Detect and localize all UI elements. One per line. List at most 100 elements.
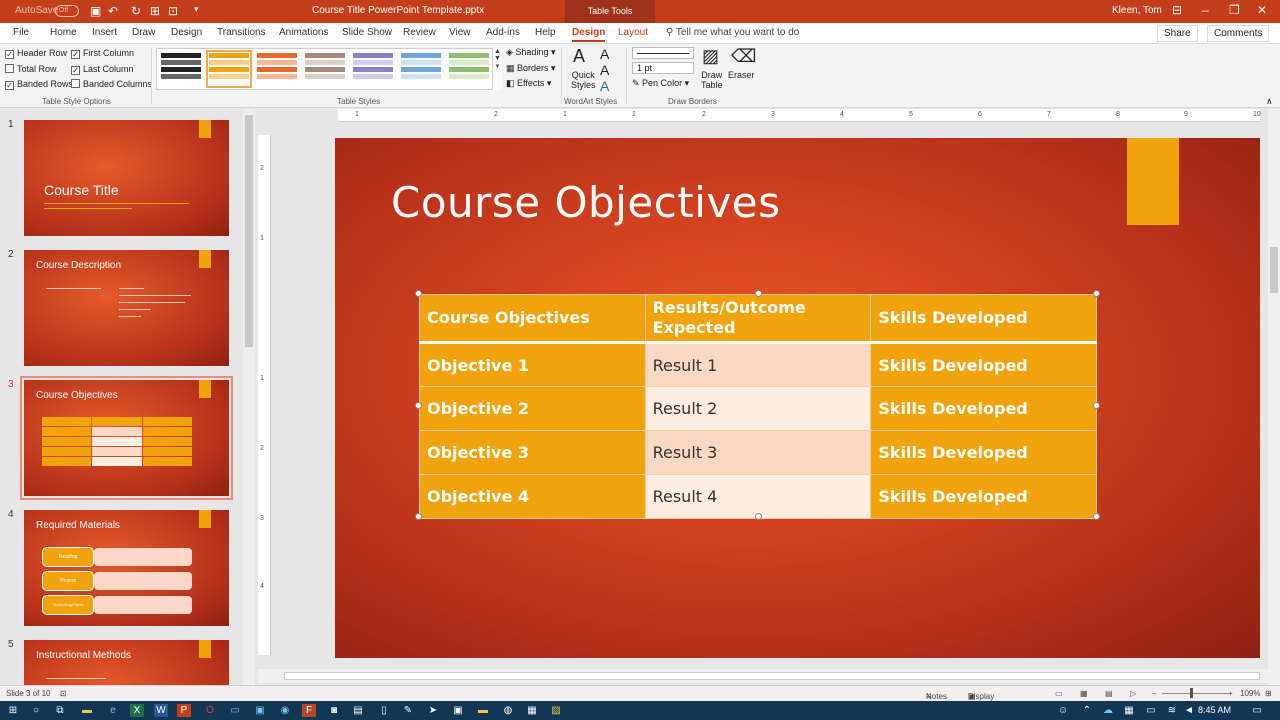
gallery-scroll[interactable]: ▲ ▼ ▾ [492, 48, 502, 90]
tab-transitions[interactable]: Transitions [217, 27, 266, 38]
tell-me-search[interactable]: ⚲ Tell me what you want to do [666, 27, 799, 38]
zoom-level[interactable]: 109% [1240, 689, 1260, 698]
table-style-swatch-selected[interactable] [206, 50, 252, 88]
slide-thumbnail-5[interactable]: Instructional Methods [24, 640, 229, 685]
effects-button[interactable]: ◧ Effects ▾ [506, 78, 551, 89]
normal-view-icon[interactable]: ▭ [1055, 689, 1063, 698]
excel-icon[interactable]: X [130, 704, 144, 717]
slide-thumbnail-4[interactable]: Required Materials Reading Project Techn… [24, 510, 229, 626]
comments-button[interactable]: Comments [1207, 25, 1270, 42]
camera-icon[interactable]: ◙ [327, 704, 341, 717]
app-icon[interactable]: ◍ [501, 704, 515, 717]
user-name[interactable]: Kleen, Tom [1112, 5, 1162, 16]
slide-canvas[interactable]: Course Objectives Course Objectives Resu… [335, 138, 1260, 658]
tab-review[interactable]: Review [403, 27, 436, 38]
tab-home[interactable]: Home [50, 27, 77, 38]
app-icon[interactable]: ▦ [525, 704, 539, 717]
photos-icon[interactable]: ▣ [451, 704, 465, 717]
table-cell[interactable]: Skills Developed [870, 342, 1097, 387]
vertical-scrollbar[interactable] [1268, 109, 1280, 685]
task-view-icon[interactable]: ⧉ [53, 704, 67, 717]
undo-icon[interactable]: ↶ [108, 4, 118, 18]
windows-start-icon[interactable]: ⊞ [6, 704, 20, 717]
table-style-swatch[interactable] [161, 53, 201, 85]
pen-color-button[interactable]: ✎ Pen Color ▾ [632, 78, 689, 89]
spelling-icon[interactable]: ⊡ [60, 689, 67, 698]
table-style-swatch[interactable] [353, 53, 393, 85]
header-row-checkbox[interactable]: ✓ Header Row [5, 48, 67, 59]
save-icon[interactable]: ▣ [90, 4, 101, 18]
banded-rows-checkbox[interactable]: ✓ Banded Rows [5, 79, 73, 90]
collapse-ribbon-icon[interactable]: ∧ [1266, 96, 1273, 107]
share-button[interactable]: Share [1157, 25, 1198, 42]
table-cell[interactable]: Result 3 [644, 430, 872, 475]
table-cell[interactable]: Skills Developed [870, 386, 1097, 431]
text-fill-icon[interactable]: A [600, 46, 609, 62]
table-cell[interactable]: Skills Developed [870, 474, 1097, 519]
tab-table-layout[interactable]: Layout [618, 27, 648, 38]
outlook-icon[interactable]: ▭ [228, 704, 242, 717]
table-style-swatch[interactable] [449, 53, 489, 85]
tab-help[interactable]: Help [535, 27, 556, 38]
media-icon[interactable]: ➤ [426, 704, 440, 717]
slide-thumbnail-1[interactable]: Course Title [24, 120, 229, 236]
chevron-down-icon[interactable]: ▼ [494, 55, 501, 62]
slide-thumbnail-3[interactable]: Course Objectives [20, 376, 233, 500]
ribbon-display-icon[interactable]: ⊟ [1172, 3, 1182, 17]
restore-icon[interactable]: ❐ [1229, 3, 1240, 17]
reading-view-icon[interactable]: ▤ [1105, 689, 1113, 698]
autosave-toggle[interactable]: Off [55, 5, 79, 17]
slide-sorter-icon[interactable]: ▦ [1080, 689, 1088, 698]
chevron-up-icon[interactable]: ▲ [494, 48, 501, 55]
app-tray-icon[interactable]: ▦ [1122, 704, 1136, 717]
chevron-up-icon[interactable]: ⌃ [1080, 704, 1094, 717]
quick-styles-icon[interactable]: A [573, 46, 585, 67]
minimize-icon[interactable]: – [1202, 3, 1209, 17]
first-column-checkbox[interactable]: ✓ First Column [71, 48, 134, 59]
table-cell[interactable]: Result 2 [644, 386, 872, 431]
slide-title[interactable]: Course Objectives [391, 178, 781, 227]
resize-handle[interactable] [415, 402, 422, 409]
tab-view[interactable]: View [449, 27, 471, 38]
word-icon[interactable]: W [154, 704, 168, 717]
scroll-thumb[interactable] [1270, 247, 1278, 293]
redo-icon[interactable]: ↻ [131, 4, 141, 18]
pen-tool-icon[interactable]: ✎ [401, 704, 415, 717]
notes-app-icon[interactable]: ▨ [549, 704, 563, 717]
table-header-cell[interactable]: Skills Developed [870, 294, 1097, 344]
zoom-in-icon[interactable]: + [1228, 689, 1233, 698]
table-cell[interactable]: Result 4 [644, 474, 872, 519]
table-cell[interactable]: Skills Developed [870, 430, 1097, 475]
notifications-icon[interactable]: ▭ [1250, 704, 1264, 717]
eraser-button[interactable]: Eraser [728, 70, 755, 80]
customize-qat-icon[interactable]: ▾ [194, 4, 199, 15]
table-style-swatch[interactable] [401, 53, 441, 85]
horizontal-scrollbar[interactable] [258, 669, 1268, 683]
zoom-slider-thumb[interactable] [1190, 688, 1193, 698]
notepad-icon[interactable]: ▯ [377, 704, 391, 717]
tab-add-ins[interactable]: Add-ins [486, 27, 520, 38]
scroll-thumb[interactable] [245, 115, 253, 347]
table-header-cell[interactable]: Course Objectives [419, 294, 646, 344]
tab-design[interactable]: Design [171, 27, 202, 38]
wifi-icon[interactable]: ≋ [1165, 704, 1179, 717]
volume-icon[interactable]: ◄ [1182, 704, 1196, 717]
quick-styles-button[interactable]: Quick Styles [571, 70, 596, 90]
touch-mode-icon[interactable]: ⊡ [168, 4, 178, 18]
eraser-icon[interactable]: ⌫ [731, 46, 756, 67]
tab-draw[interactable]: Draw [132, 27, 155, 38]
table-cell[interactable]: Objective 4 [419, 474, 646, 519]
file-explorer-icon[interactable]: ▬ [80, 704, 94, 717]
people-icon[interactable]: ☺ [1056, 704, 1070, 717]
table-selection[interactable]: Course Objectives Results/Outcome Expect… [415, 290, 1100, 520]
table-cell[interactable]: Result 1 [644, 342, 872, 387]
present-icon[interactable]: ⊞ [150, 4, 160, 18]
tab-slide-show[interactable]: Slide Show [342, 27, 392, 38]
search-icon[interactable]: ○ [29, 704, 43, 717]
zoom-slider[interactable] [1162, 693, 1228, 694]
tab-table-design[interactable]: Design [572, 27, 606, 42]
more-styles-icon[interactable]: ▾ [496, 63, 500, 70]
powerpoint-icon[interactable]: P [177, 704, 191, 717]
resize-handle[interactable] [1093, 513, 1100, 520]
tab-file[interactable]: File [13, 27, 29, 38]
